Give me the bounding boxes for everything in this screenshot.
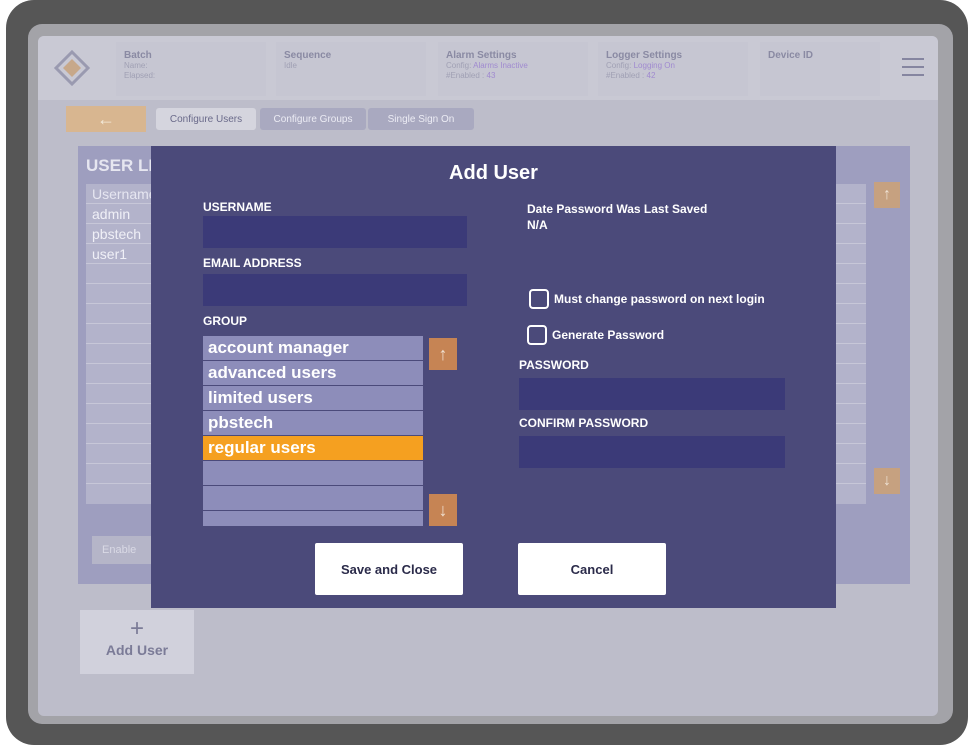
- alarm-title: Alarm Settings: [446, 50, 517, 61]
- arrow-up-icon: ↑: [883, 186, 891, 203]
- logger-enabled-label: #Enabled :: [606, 71, 645, 80]
- must-change-checkbox[interactable]: [529, 289, 549, 309]
- email-input[interactable]: [203, 274, 467, 306]
- password-label: PASSWORD: [519, 358, 589, 372]
- save-and-close-button[interactable]: Save and Close: [315, 543, 463, 595]
- confirm-password-label: CONFIRM PASSWORD: [519, 416, 649, 430]
- back-button[interactable]: ←: [66, 106, 146, 132]
- password-input[interactable]: [519, 378, 785, 410]
- dialog-title: Add User: [449, 162, 538, 184]
- status-bar: Batch Name: Elapsed: Sequence Idle Alarm…: [38, 36, 938, 100]
- alarm-config-label: Config:: [446, 61, 472, 70]
- group-label: GROUP: [203, 314, 248, 328]
- batch-status: Batch Name: Elapsed:: [116, 42, 266, 96]
- logger-config-label: Config:: [606, 61, 632, 70]
- batch-name-label: Name:: [124, 61, 148, 70]
- device-id-title: Device ID: [768, 50, 814, 61]
- list-scroll-down-button[interactable]: ↓: [874, 468, 900, 494]
- sequence-status: Sequence Idle: [276, 42, 426, 96]
- tab-configure-users[interactable]: Configure Users: [156, 108, 256, 130]
- date-saved-label: Date Password Was Last Saved: [527, 202, 708, 216]
- cancel-button[interactable]: Cancel: [518, 543, 666, 595]
- logger-config-value: Logging On: [633, 61, 675, 70]
- alarm-status: Alarm Settings Config: Alarms Inactive #…: [438, 42, 588, 96]
- email-label: EMAIL ADDRESS: [203, 256, 302, 270]
- add-user-card-button[interactable]: + Add User: [80, 610, 194, 674]
- sequence-title: Sequence: [284, 50, 332, 61]
- logger-enabled-value: 42: [646, 71, 656, 80]
- batch-elapsed-label: Elapsed:: [124, 71, 156, 80]
- username-label: USERNAME: [203, 200, 272, 214]
- tab-single-sign-on[interactable]: Single Sign On: [368, 108, 474, 130]
- plus-icon: +: [129, 615, 144, 642]
- list-scroll-up-button[interactable]: ↑: [874, 182, 900, 208]
- list-item: [203, 461, 423, 486]
- group-list: account manager advanced users limited u…: [203, 336, 423, 526]
- list-item: [203, 486, 423, 511]
- add-user-card-label: Add User: [105, 642, 169, 658]
- date-saved-value: N/A: [527, 218, 548, 232]
- group-scroll-down-button[interactable]: ↓: [429, 494, 457, 526]
- generate-password-label: Generate Password: [552, 328, 665, 342]
- must-change-label: Must change password on next login: [554, 292, 765, 306]
- logger-status: Logger Settings Config: Logging On #Enab…: [598, 42, 748, 96]
- username-input[interactable]: [203, 216, 467, 248]
- tab-configure-groups[interactable]: Configure Groups: [260, 108, 366, 130]
- logo-icon: [54, 50, 90, 86]
- arrow-left-icon: ←: [97, 108, 115, 129]
- arrow-down-icon: ↓: [438, 499, 448, 520]
- logger-title: Logger Settings: [606, 50, 683, 61]
- list-item[interactable]: account manager: [203, 336, 423, 361]
- device-status: Device ID: [760, 42, 880, 96]
- arrow-down-icon: ↓: [883, 472, 891, 489]
- list-item-selected[interactable]: regular users: [203, 436, 423, 461]
- sequence-value: Idle: [284, 61, 297, 70]
- list-item[interactable]: pbstech: [203, 411, 423, 436]
- hamburger-menu-icon[interactable]: [902, 58, 924, 76]
- must-change-password-option[interactable]: Must change password on next login: [529, 289, 765, 309]
- list-item[interactable]: limited users: [203, 386, 423, 411]
- batch-title: Batch: [124, 50, 152, 61]
- alarm-enabled-value: 43: [486, 71, 496, 80]
- alarm-config-value: Alarms Inactive: [473, 61, 528, 70]
- generate-password-checkbox[interactable]: [527, 325, 547, 345]
- group-scroll-up-button[interactable]: ↑: [429, 338, 457, 370]
- arrow-up-icon: ↑: [438, 343, 448, 364]
- confirm-password-input[interactable]: [519, 436, 785, 468]
- alarm-enabled-label: #Enabled :: [446, 71, 485, 80]
- add-user-dialog: Add User USERNAME EMAIL ADDRESS GROUP ac…: [151, 146, 836, 608]
- generate-password-option[interactable]: Generate Password: [527, 325, 664, 345]
- list-item[interactable]: advanced users: [203, 361, 423, 386]
